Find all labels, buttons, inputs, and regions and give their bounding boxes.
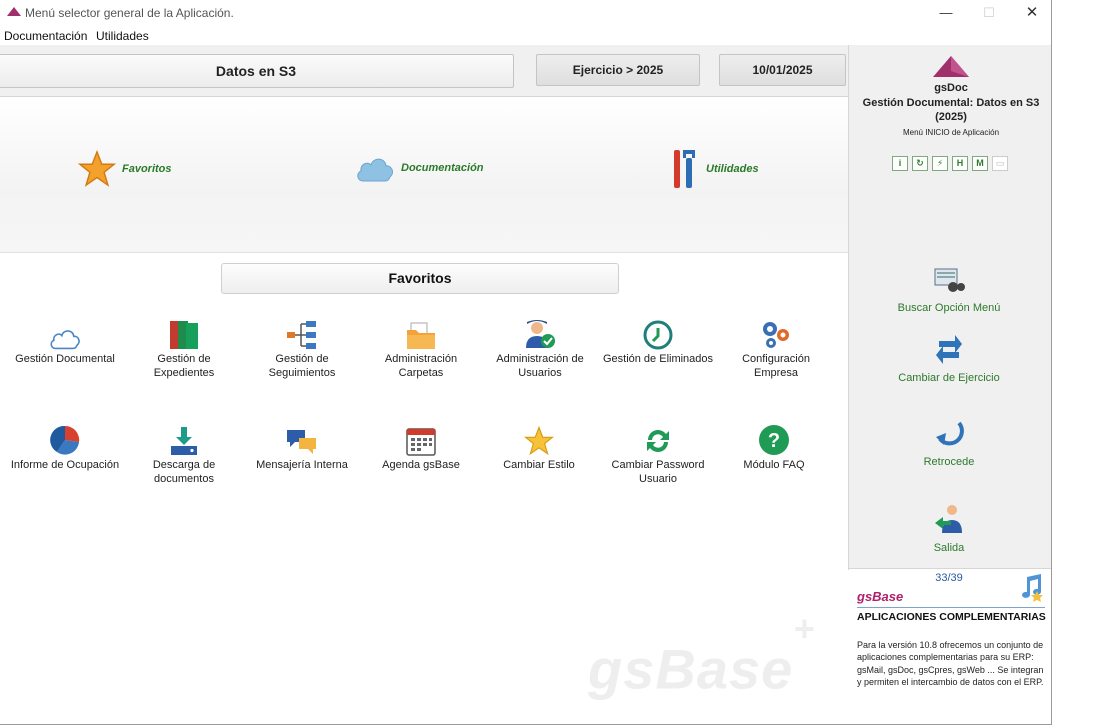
salida-button[interactable]: Salida: [849, 503, 1049, 554]
binders-icon: [170, 321, 198, 349]
help-icon: ?: [759, 425, 789, 455]
ejercicio-button[interactable]: Ejercicio > 2025: [536, 54, 700, 86]
fav-gestion-expedientes[interactable]: Gestión de Expedientes: [128, 316, 240, 380]
cloud-icon: [50, 330, 80, 350]
fav-administracion-carpetas[interactable]: Administración Carpetas: [365, 316, 477, 380]
title-bar: Menú selector general de la Aplicación. …: [0, 0, 1051, 26]
pie-chart-icon: [50, 425, 80, 455]
h-button[interactable]: H: [952, 156, 968, 171]
fav-gestion-documental[interactable]: Gestión Documental: [9, 316, 121, 366]
star-icon: [524, 426, 554, 456]
date-button[interactable]: 10/01/2025: [719, 54, 846, 86]
action-label: Salida: [933, 542, 965, 554]
star-icon: [78, 150, 116, 187]
fav-label: Módulo FAQ: [743, 459, 805, 471]
fav-cambiar-password[interactable]: Cambiar Password Usuario: [602, 422, 714, 486]
category-utilidades[interactable]: Utilidades: [670, 148, 759, 190]
gsbase-watermark: gsBase+: [588, 608, 816, 701]
data-source-title: Datos en S3: [0, 54, 514, 88]
category-band: Favoritos Documentación Utilidades: [0, 98, 848, 253]
fav-descarga-documentos[interactable]: Descarga de documentos: [128, 422, 240, 486]
menu-documentacion[interactable]: Documentación: [4, 29, 87, 43]
tools-icon: [674, 150, 695, 188]
swap-icon: [936, 335, 962, 364]
fav-label: Cambiar Estilo: [503, 459, 575, 471]
comment-button[interactable]: ▭: [992, 156, 1008, 171]
user-check-icon: [526, 320, 555, 348]
fav-label: Administración Carpetas: [384, 353, 458, 379]
fav-label: Informe de Ocupación: [10, 459, 120, 471]
action-label: Cambiar de Ejercicio: [898, 372, 1000, 384]
fav-label: Gestión Documental: [15, 353, 115, 365]
fav-label: Gestión de Eliminados: [602, 353, 714, 365]
maximize-button[interactable]: ☐: [969, 2, 1009, 24]
gears-icon: [763, 322, 789, 348]
minimize-button[interactable]: —: [926, 2, 966, 24]
menu-bar: Documentación Utilidades: [0, 27, 1051, 45]
fav-informe-ocupacion[interactable]: Informe de Ocupación: [9, 422, 121, 472]
restore-icon: [643, 320, 673, 350]
fav-gestion-seguimientos[interactable]: Gestión de Seguimientos: [246, 316, 358, 380]
app-logo-icon: [7, 7, 21, 16]
close-button[interactable]: ✕: [1012, 2, 1051, 24]
action-label: Buscar Opción Menú: [897, 302, 1001, 314]
category-label: Documentación: [401, 162, 484, 174]
fav-label: Descarga de documentos: [152, 459, 216, 485]
app-name: gsDoc: [934, 82, 968, 94]
fav-label: Agenda gsBase: [382, 459, 460, 471]
news-divider: [857, 607, 1045, 608]
calendar-icon: [406, 428, 436, 456]
music-note-icon: [1022, 574, 1043, 602]
app-window: Menú selector general de la Aplicación. …: [0, 0, 1052, 725]
menu-caption: Menú INICIO de Aplicación: [902, 128, 1000, 137]
fav-administracion-usuarios[interactable]: Administración de Usuarios: [484, 316, 596, 380]
svg-text:?: ?: [768, 430, 780, 452]
chat-icon: [287, 430, 316, 454]
news-headline: APLICACIONES COMPLEMENTARIAS: [857, 611, 1046, 623]
download-icon: [171, 427, 197, 455]
exit-icon: [935, 505, 962, 533]
fav-label: Administración de Usuarios: [496, 353, 584, 379]
category-favoritos[interactable]: Favoritos: [78, 150, 172, 188]
cambiar-ejercicio-button[interactable]: Cambiar de Ejercicio: [849, 335, 1049, 384]
app-subtitle: Gestión Documental: Datos en S3: [862, 97, 1040, 109]
bolt-button[interactable]: ⚡: [932, 156, 948, 171]
category-label: Favoritos: [122, 163, 172, 175]
m-button[interactable]: M: [972, 156, 988, 171]
window-title: Menú selector general de la Aplicación.: [25, 6, 234, 20]
fav-agenda-gsbase[interactable]: Agenda gsBase: [365, 422, 477, 472]
fav-modulo-faq[interactable]: ? Módulo FAQ: [718, 422, 830, 472]
news-panel: 33/39 gsBase APLICACIONES COMPLEMENTARIA…: [849, 568, 1051, 724]
cloud-icon: [357, 158, 394, 182]
fav-gestion-eliminados[interactable]: Gestión de Eliminados: [602, 316, 714, 366]
hierarchy-icon: [287, 321, 316, 349]
fav-label: Gestión de Expedientes: [153, 353, 215, 379]
search-menu-icon: [934, 268, 965, 292]
retrocede-button[interactable]: Retrocede: [849, 419, 1049, 468]
news-body: Para la versión 10.8 ofrecemos un conjun…: [857, 640, 1044, 687]
gsdoc-logo-icon: [933, 56, 969, 77]
fav-configuracion-empresa[interactable]: Configuración Empresa: [720, 316, 832, 380]
menu-utilidades[interactable]: Utilidades: [96, 29, 149, 43]
news-brand: gsBase: [857, 589, 904, 604]
action-label: Retrocede: [923, 456, 975, 468]
favorites-header: Favoritos: [221, 263, 619, 294]
fav-label: Gestión de Seguimientos: [268, 353, 336, 379]
info-button[interactable]: i: [892, 156, 908, 171]
cursor-button[interactable]: ↻: [912, 156, 928, 171]
fav-label: Configuración Empresa: [742, 353, 810, 379]
refresh-icon: [647, 430, 669, 452]
category-documentacion[interactable]: Documentación: [355, 153, 484, 183]
back-icon: [936, 421, 964, 446]
right-panel: gsDoc Gestión Documental: Datos en S3 (2…: [848, 45, 1051, 570]
fav-cambiar-estilo[interactable]: Cambiar Estilo: [483, 422, 595, 472]
folder-icon: [407, 322, 435, 349]
app-year: (2025): [935, 111, 967, 123]
fav-label: Cambiar Password Usuario: [611, 459, 705, 485]
fav-mensajeria-interna[interactable]: Mensajería Interna: [246, 422, 358, 472]
fav-label: Mensajería Interna: [256, 459, 348, 471]
buscar-opcion-menu-button[interactable]: Buscar Opción Menú: [849, 267, 1049, 314]
category-label: Utilidades: [706, 163, 759, 175]
